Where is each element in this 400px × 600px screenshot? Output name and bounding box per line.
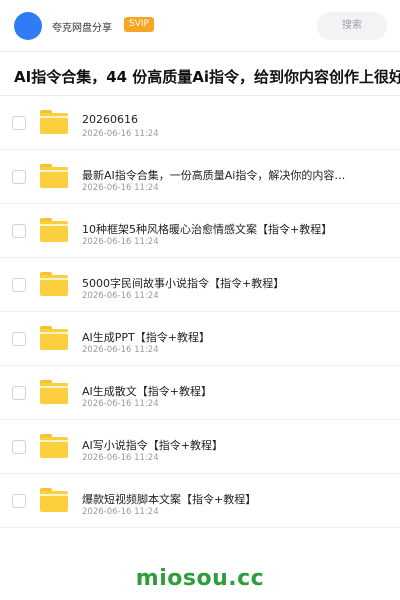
file-date: 2026-06-16 11:24 [82, 291, 159, 301]
svip-badge: SVIP [124, 17, 154, 32]
checkbox[interactable] [12, 386, 26, 400]
checkbox[interactable] [12, 224, 26, 238]
file-name[interactable]: AI生成散文【指令+教程】 [82, 383, 382, 399]
list-item[interactable]: AI写小说指令【指令+教程】 2026-06-16 11:24 [0, 420, 400, 474]
folder-icon [40, 272, 68, 296]
folder-icon [40, 218, 68, 242]
list-item[interactable]: 最新AI指令合集，一份高质量Ai指令，解决你的内容… 2026-06-16 11… [0, 150, 400, 204]
folder-icon [40, 110, 68, 134]
folder-icon [40, 380, 68, 404]
folder-icon [40, 488, 68, 512]
checkbox[interactable] [12, 116, 26, 130]
file-name[interactable]: 10种框架5种风格暖心治愈情感文案【指令+教程】 [82, 221, 382, 237]
watermark: miosou.cc [135, 566, 265, 591]
user-name[interactable]: 夸克网盘分享 [52, 19, 112, 34]
list-item[interactable]: 5000字民间故事小说指令【指令+教程】 2026-06-16 11:24 [0, 258, 400, 312]
folder-icon [40, 434, 68, 458]
file-date: 2026-06-16 11:24 [82, 183, 159, 193]
list-item[interactable]: AI生成PPT【指令+教程】 2026-06-16 11:24 [0, 312, 400, 366]
list-item[interactable]: 10种框架5种风格暖心治愈情感文案【指令+教程】 2026-06-16 11:2… [0, 204, 400, 258]
list-item[interactable]: AI生成散文【指令+教程】 2026-06-16 11:24 [0, 366, 400, 420]
folder-icon [40, 326, 68, 350]
file-name[interactable]: 爆款短视频脚本文案【指令+教程】 [82, 491, 382, 507]
file-date: 2026-06-16 11:24 [82, 399, 159, 409]
checkbox[interactable] [12, 278, 26, 292]
title-bar: AI指令合集，44 份高质量Ai指令，给到你内容创作上很好的 [0, 58, 400, 96]
file-date: 2026-06-16 11:24 [82, 129, 159, 139]
search-input[interactable]: 搜索 [317, 12, 387, 40]
file-date: 2026-06-16 11:24 [82, 453, 159, 463]
file-name[interactable]: 20260616 [82, 113, 382, 126]
checkbox[interactable] [12, 494, 26, 508]
checkbox[interactable] [12, 440, 26, 454]
file-name[interactable]: AI生成PPT【指令+教程】 [82, 329, 382, 345]
avatar[interactable] [14, 12, 42, 40]
file-date: 2026-06-16 11:24 [82, 507, 159, 517]
file-name[interactable]: 最新AI指令合集，一份高质量Ai指令，解决你的内容… [82, 167, 382, 183]
file-date: 2026-06-16 11:24 [82, 345, 159, 355]
folder-icon [40, 164, 68, 188]
file-name[interactable]: AI写小说指令【指令+教程】 [82, 437, 382, 453]
file-list: 20260616 2026-06-16 11:24 最新AI指令合集，一份高质量… [0, 96, 400, 528]
page-title: AI指令合集，44 份高质量Ai指令，给到你内容创作上很好的 [14, 68, 400, 86]
file-date: 2026-06-16 11:24 [82, 237, 159, 247]
checkbox[interactable] [12, 332, 26, 346]
checkbox[interactable] [12, 170, 26, 184]
list-item[interactable]: 爆款短视频脚本文案【指令+教程】 2026-06-16 11:24 [0, 474, 400, 528]
header: 夸克网盘分享 SVIP 搜索 [0, 0, 400, 52]
list-item[interactable]: 20260616 2026-06-16 11:24 [0, 96, 400, 150]
file-name[interactable]: 5000字民间故事小说指令【指令+教程】 [82, 275, 382, 291]
